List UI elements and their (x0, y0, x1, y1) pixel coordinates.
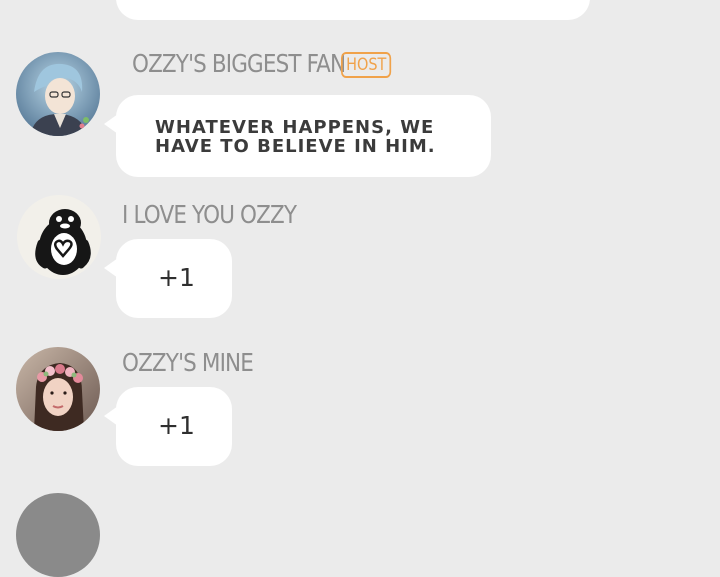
message-text-line-2: HAVE TO BELIEVE IN HIM. (155, 136, 436, 157)
username-ozzys-biggest-fan: OZZY'S BIGGEST FAN (132, 49, 346, 78)
username-ozzys-mine: OZZY'S MINE (122, 348, 254, 377)
penguin-heart-avatar-icon[interactable] (17, 195, 101, 279)
host-badge: HOST (341, 52, 392, 78)
next-avatar-icon[interactable] (16, 493, 100, 577)
flower-crown-avatar-icon[interactable] (16, 347, 100, 431)
message-text-line-1: WHATEVER HAPPENS, WE (155, 117, 435, 138)
username-i-love-you-ozzy: I LOVE YOU OZZY (122, 200, 297, 229)
previous-message-bubble (116, 0, 590, 20)
message-text: +1 (158, 263, 195, 292)
anime-character-avatar-icon[interactable] (16, 52, 100, 136)
message-text: +1 (158, 411, 195, 440)
chat-message-list[interactable]: OZZY'S BIGGEST FAN HOST WHATEVER HAPPENS… (0, 0, 720, 577)
